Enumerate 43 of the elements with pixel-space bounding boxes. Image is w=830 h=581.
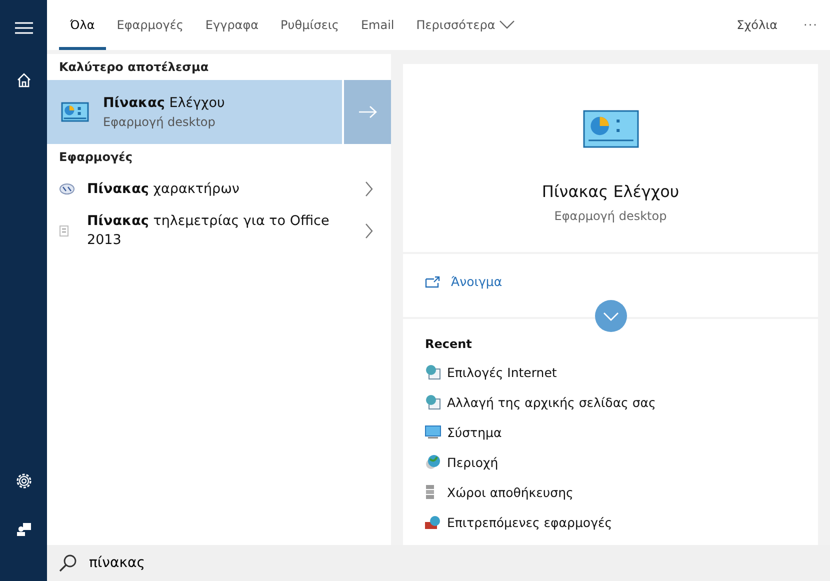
feedback-button[interactable]: Σχόλια (736, 18, 778, 32)
preview-title: Πίνακας Ελέγχου (542, 182, 680, 201)
section-heading: Εφαρμογές (58, 149, 134, 166)
app-result-item[interactable]: Πίνακας τηλεμετρίας για το Office 2013 (47, 208, 391, 254)
globe-document-icon (425, 394, 441, 410)
document-icon (59, 225, 69, 237)
best-match-item[interactable]: Πίνακας Ελέγχου Εφαρμογή desktop (47, 80, 342, 144)
settings-icon[interactable] (14, 472, 32, 490)
tab[interactable]: Εγγραφα (194, 0, 270, 50)
tab[interactable]: Email (350, 0, 406, 50)
section-heading: Recent (425, 337, 473, 351)
control-panel-icon (61, 102, 89, 122)
app-result-item[interactable]: Πίνακας χαρακτήρων (47, 170, 391, 208)
search-icon (59, 554, 77, 572)
recent-item[interactable]: Σύστημα (447, 424, 502, 440)
open-window-icon (425, 276, 441, 288)
tab[interactable]: Εφαρμογές (106, 0, 194, 50)
home-icon[interactable] (16, 72, 32, 88)
result-title: Πίνακας Ελέγχου (103, 95, 225, 111)
globe-icon (425, 454, 441, 470)
recent-item[interactable]: Αλλαγή της αρχικής σελίδας σας (447, 394, 656, 410)
section-heading: Καλύτερο αποτέλεσμα (58, 59, 210, 76)
chevron-right-icon (365, 223, 373, 239)
storage-icon (425, 484, 435, 500)
control-panel-icon (582, 110, 638, 148)
more-button[interactable]: ··· (804, 18, 818, 32)
recent-item[interactable]: Επιλογές Internet (447, 364, 557, 380)
tab[interactable]: Όλα (59, 0, 106, 50)
search-field[interactable]: πίνακας (89, 555, 389, 571)
arrow-right-icon (358, 106, 376, 118)
chevron-down-icon (603, 312, 619, 320)
preview-subtitle: Εφαρμογή desktop (554, 209, 667, 223)
recent-item[interactable]: Περιοχή (447, 454, 498, 470)
tab[interactable]: Περισσότερα (405, 0, 526, 50)
tab[interactable]: Ρυθμίσεις (270, 0, 350, 50)
monitor-icon (425, 425, 441, 439)
recent-item[interactable]: Χώροι αποθήκευσης (447, 484, 574, 500)
menu-icon[interactable] (14, 21, 32, 35)
result-subtitle: Εφαρμογή desktop (103, 115, 216, 129)
recent-item[interactable]: Επιτρεπόμενες εφαρμογές (447, 514, 612, 530)
globe-document-icon (425, 364, 441, 380)
chevron-right-icon (365, 181, 373, 197)
open-link[interactable]: Άνοιγμα (451, 274, 502, 289)
